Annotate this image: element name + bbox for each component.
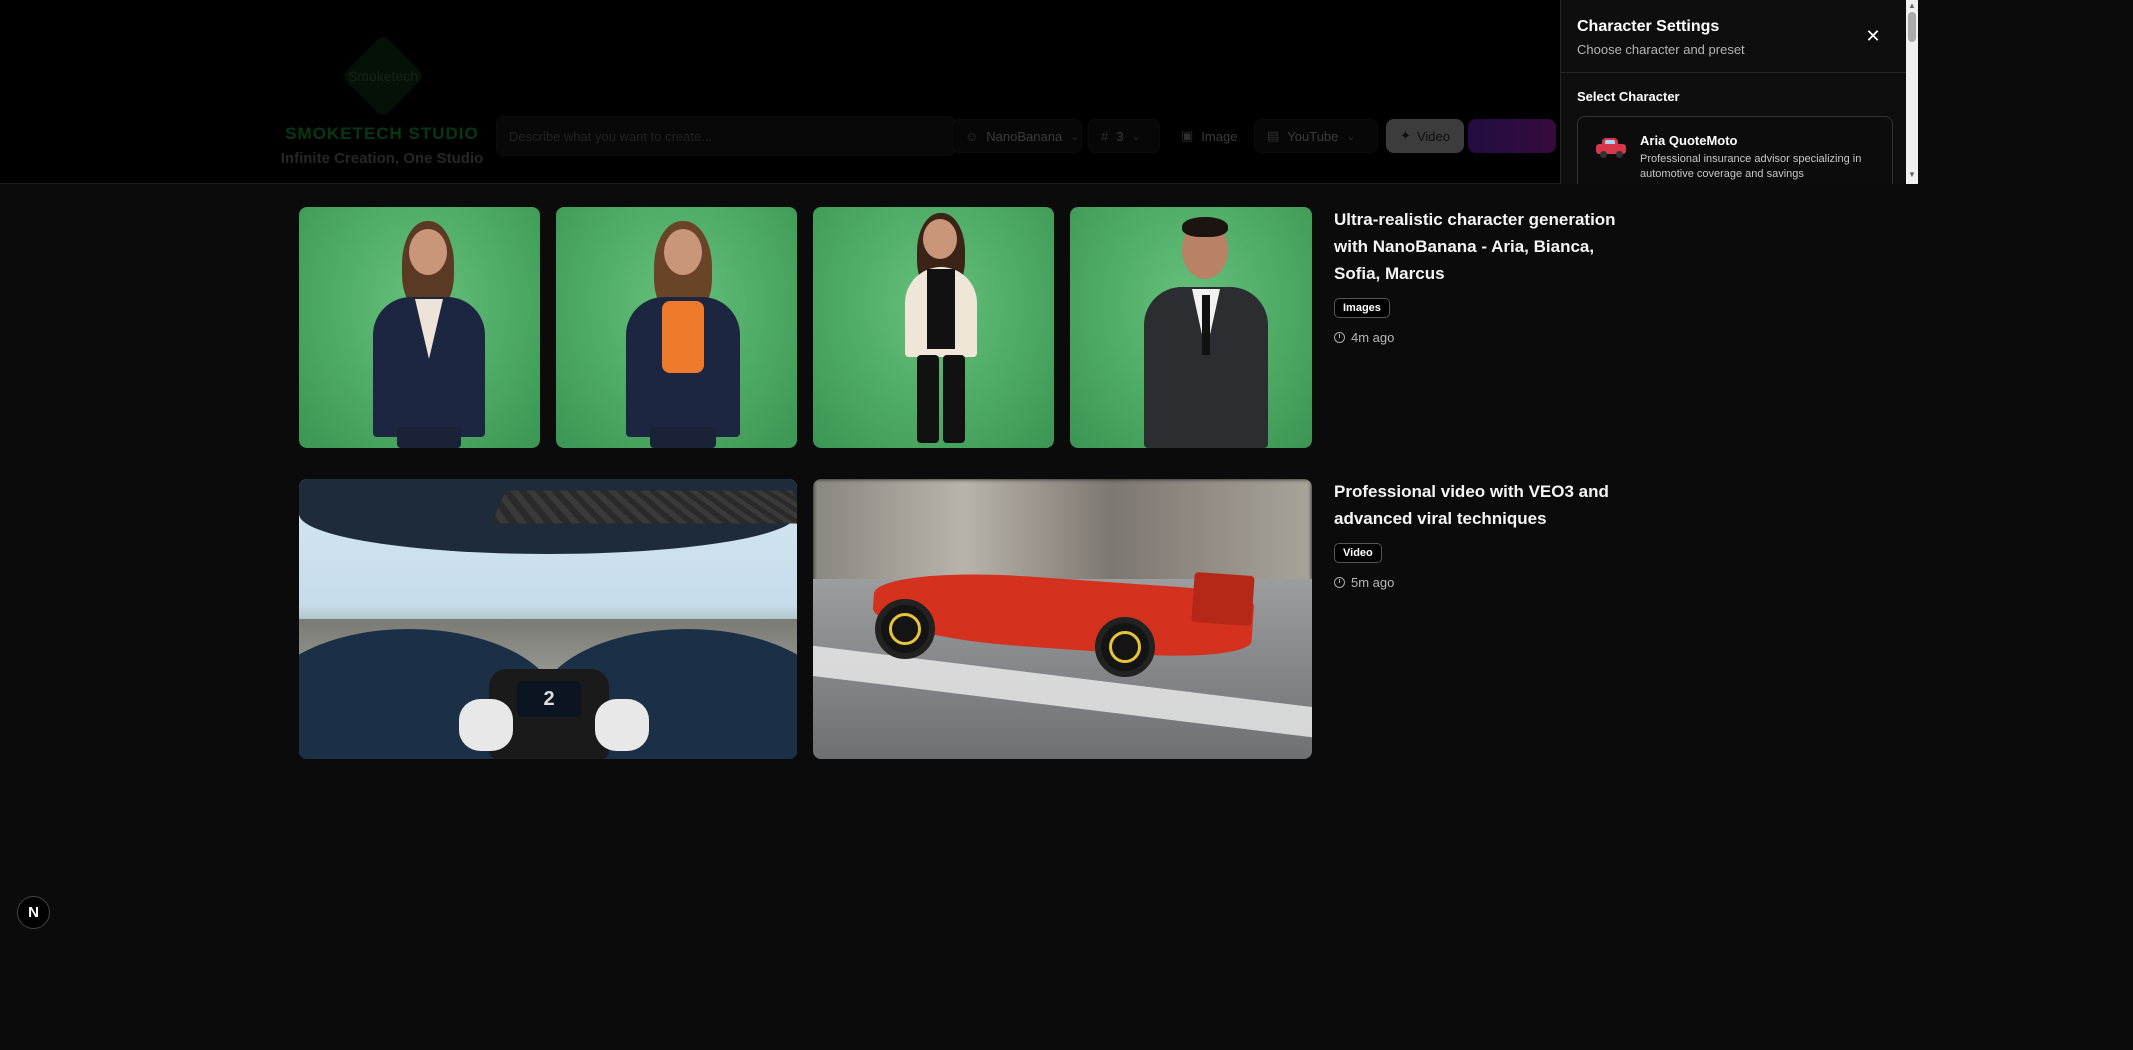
prompt-input[interactable]: Describe what you want to create...	[496, 116, 956, 156]
brand-name: SMOKETECH STUDIO	[285, 124, 479, 143]
monitor-icon: ▤	[1267, 128, 1280, 143]
create-label: Video	[1416, 128, 1450, 144]
chevron-down-icon: ⌄	[1131, 130, 1141, 143]
image-icon: ▣	[1181, 128, 1194, 143]
character-description: Professional insurance advisor specializ…	[1640, 153, 1862, 180]
divider	[1561, 72, 1918, 73]
character-name: Aria QuoteMoto	[1640, 133, 1738, 148]
post-time-text: 5m ago	[1351, 575, 1395, 590]
section-label: Select Character	[1577, 89, 1680, 104]
chevron-down-icon: ⌄	[1346, 130, 1356, 143]
platform-select[interactable]: ▤ YouTube ⌄	[1254, 119, 1378, 153]
type-value: Image	[1201, 128, 1238, 144]
character-image-bianca[interactable]	[556, 207, 797, 448]
type-select[interactable]: ▣ Image	[1168, 119, 1248, 153]
video-thumbnail-race-car[interactable]	[813, 479, 1312, 759]
character-image-sofia[interactable]	[813, 207, 1054, 448]
scroll-down-icon[interactable]: ▼	[1908, 170, 1916, 179]
panel-subtitle: Choose character and preset	[1577, 42, 1745, 57]
panel-title: Character Settings	[1577, 18, 1720, 35]
dev-tools-badge[interactable]: N	[17, 896, 50, 929]
close-icon[interactable]: ✕	[1861, 24, 1885, 48]
create-video-button[interactable]: ✦ Video	[1386, 119, 1464, 153]
chevron-down-icon: ⌄	[1070, 130, 1080, 143]
panel-scrollbar[interactable]: ▲ ▼	[1906, 0, 1918, 184]
post-time: 5m ago	[1334, 575, 1394, 590]
model-value: NanoBanana	[986, 128, 1063, 144]
count-value: 3	[1116, 128, 1124, 144]
post-time: 4m ago	[1334, 330, 1394, 345]
user-icon: ☺	[965, 128, 979, 144]
app-header: Smoketech SMOKETECH STUDIO Infinite Crea…	[0, 0, 1560, 184]
generate-button[interactable]	[1468, 119, 1556, 153]
type-badge: Video	[1334, 543, 1382, 563]
scrollbar-thumb[interactable]	[1908, 12, 1916, 42]
car-icon	[1596, 137, 1626, 158]
logo-mark-text: Smoketech	[347, 68, 419, 84]
type-badge: Images	[1334, 298, 1390, 318]
post-title[interactable]: Professional video with VEO3 and advance…	[1334, 478, 1634, 532]
character-image-marcus[interactable]	[1070, 207, 1312, 448]
brand-tagline: Infinite Creation, One Studio	[280, 150, 484, 167]
platform-value: YouTube	[1287, 128, 1339, 144]
post-time-text: 4m ago	[1351, 330, 1395, 345]
character-image-aria[interactable]	[299, 207, 540, 448]
clock-icon	[1334, 577, 1345, 588]
sparkle-icon: ✦	[1400, 128, 1411, 143]
video-thumbnail-cockpit[interactable]: 2	[299, 479, 797, 759]
count-select[interactable]: # 3 ⌄	[1088, 119, 1160, 153]
hash-icon: #	[1101, 128, 1109, 144]
character-settings-panel: Character Settings Choose character and …	[1560, 0, 1918, 184]
scroll-up-icon[interactable]: ▲	[1908, 1, 1916, 10]
character-card[interactable]: Aria QuoteMoto Professional insurance ad…	[1577, 116, 1893, 184]
clock-icon	[1334, 332, 1345, 343]
model-select[interactable]: ☺ NanoBanana ⌄	[952, 119, 1082, 153]
post-title[interactable]: Ultra-realistic character generation wit…	[1334, 206, 1634, 287]
